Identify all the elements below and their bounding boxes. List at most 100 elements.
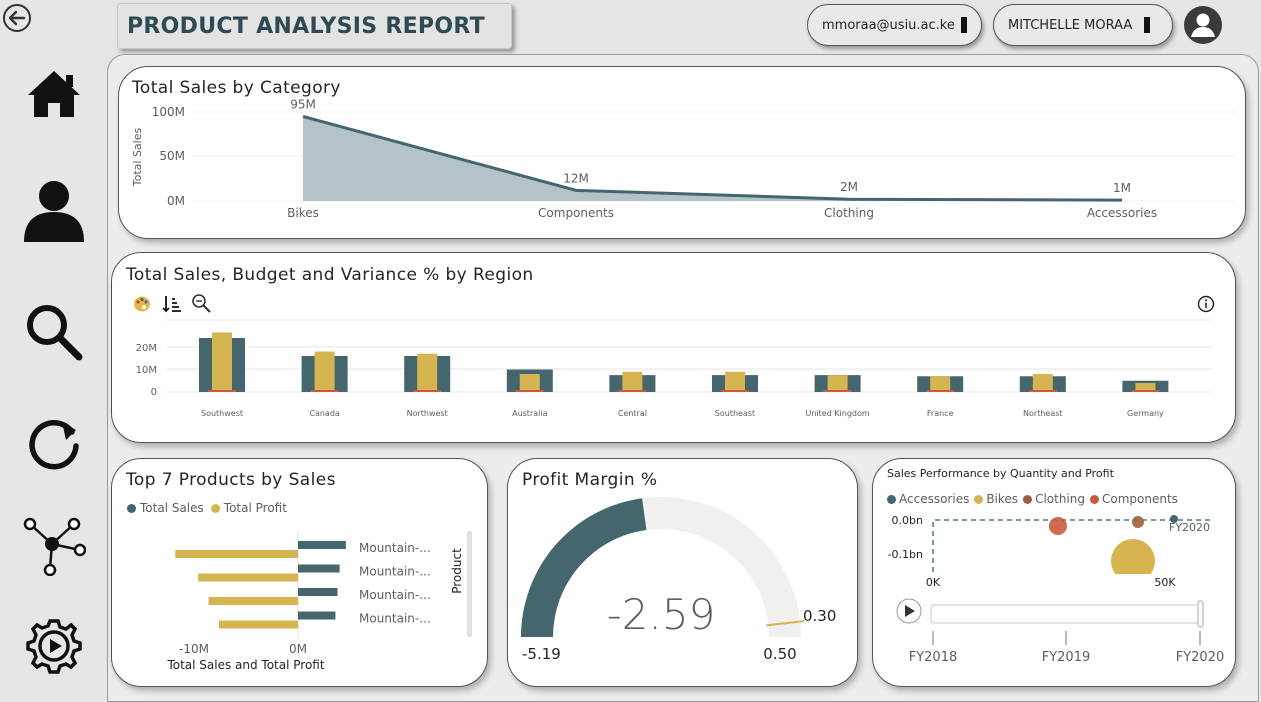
- scatter-point[interactable]: [1132, 516, 1144, 528]
- y-tick-label: Mountain-...: [359, 565, 431, 579]
- y-tick-label: 0.0bn: [892, 514, 923, 527]
- x-tick-label: Germany: [1127, 409, 1164, 418]
- gear-play-icon[interactable]: [20, 612, 88, 680]
- report-title-box: PRODUCT ANALYSIS REPORT: [117, 3, 512, 49]
- y-axis-title: Product: [450, 548, 464, 594]
- variance-marker: [721, 390, 749, 392]
- sales-bar[interactable]: [298, 541, 346, 549]
- x-tick-label: United Kingdom: [805, 409, 869, 418]
- play-axis-label: FY2020: [1176, 650, 1225, 665]
- budget-bar[interactable]: [417, 353, 438, 392]
- home-icon[interactable]: [20, 60, 88, 128]
- budget-bar[interactable]: [622, 371, 643, 392]
- gauge-value: -2.59: [607, 590, 716, 639]
- variance-marker: [823, 390, 852, 392]
- sales-by-category-chart: 100M 50M 0M Total Sales Bikes 95M Componen…: [131, 97, 1234, 220]
- variance-marker: [1028, 390, 1057, 392]
- profit-bar[interactable]: [218, 620, 298, 629]
- x-tick-label: 50K: [1154, 576, 1176, 589]
- gauge-max-label: 0.50: [763, 645, 796, 663]
- x-tick-label: Northwest: [407, 409, 448, 418]
- sidebar: [0, 0, 106, 702]
- top-products-card[interactable]: Top 7 Products by Sales Total Sales Tota…: [111, 458, 488, 687]
- slider-handle[interactable]: [1197, 600, 1204, 628]
- sales-bar[interactable]: [298, 588, 338, 596]
- variance-marker: [208, 390, 236, 392]
- gauge-target-label: 0.30: [803, 607, 836, 625]
- variance-marker: [310, 390, 339, 392]
- region-sales-chart: 20M 10M 0 Southwest Canada Northwest Austra…: [136, 319, 1212, 418]
- y-tick-label: 0M: [167, 194, 185, 208]
- profit-bar[interactable]: [208, 597, 298, 605]
- x-tick-label: Accessories: [1087, 206, 1157, 220]
- x-tick-label: Southeast: [715, 409, 755, 418]
- data-label: 12M: [563, 171, 589, 185]
- y-tick-label: Mountain-...: [359, 612, 431, 626]
- x-tick-label: France: [927, 409, 954, 418]
- text-cursor-icon: [1144, 17, 1151, 33]
- sales-performance-card[interactable]: Sales Performance by Quantity and Profit…: [872, 458, 1236, 687]
- sales-bar[interactable]: [298, 611, 336, 620]
- text-cursor-icon: [960, 17, 967, 33]
- profit-margin-card[interactable]: Profit Margin % -2.59 -5.19 0.50 0.30: [507, 458, 858, 687]
- x-tick-label: Canada: [309, 409, 340, 418]
- user-name-label: MITCHELLE MORAA: [1008, 17, 1133, 33]
- sales-by-category-card[interactable]: Total Sales by Category 100M 50M 0M Tota…: [118, 66, 1246, 239]
- x-axis-title: Total Sales and Total Profit: [166, 658, 324, 672]
- top-products-chart: Mountain-... Mountain-... Mountain-... Moun…: [166, 531, 472, 672]
- x-tick-label: 0K: [926, 576, 941, 589]
- budget-bar[interactable]: [725, 371, 745, 392]
- variance-marker: [515, 390, 544, 392]
- refresh-icon[interactable]: [20, 410, 88, 478]
- network-icon[interactable]: [20, 512, 88, 580]
- data-label: 2M: [840, 180, 858, 194]
- gauge-min-label: -5.19: [522, 645, 561, 663]
- profit-bar[interactable]: [175, 550, 298, 558]
- user-icon[interactable]: [20, 176, 88, 244]
- sales-bar[interactable]: [298, 564, 340, 573]
- variance-marker: [413, 390, 442, 392]
- y-tick-label: Mountain-...: [359, 588, 431, 602]
- scatter-point[interactable]: [1049, 517, 1067, 535]
- play-axis-label: FY2019: [1042, 650, 1091, 665]
- email-button[interactable]: mmoraa@usiu.ac.ke: [807, 4, 982, 46]
- page-title: PRODUCT ANALYSIS REPORT: [127, 13, 485, 39]
- region-sales-card[interactable]: Total Sales, Budget and Variance % by Re…: [111, 252, 1236, 443]
- y-tick-label: 100M: [152, 105, 185, 119]
- budget-bar[interactable]: [314, 351, 335, 393]
- x-tick-label: Bikes: [287, 206, 319, 220]
- budget-bar[interactable]: [930, 376, 951, 392]
- back-arrow-icon[interactable]: [2, 3, 32, 33]
- x-tick-label: -10M: [179, 642, 209, 656]
- budget-bar[interactable]: [519, 374, 540, 392]
- y-tick-label: Mountain-...: [359, 541, 431, 555]
- play-axis-slider[interactable]: [930, 604, 1202, 624]
- x-tick-label: Components: [538, 206, 614, 220]
- budget-bar[interactable]: [827, 375, 848, 392]
- frame-label: FY2020: [1169, 521, 1210, 534]
- play-axis-label: FY2018: [909, 650, 958, 665]
- search-icon[interactable]: [20, 298, 88, 366]
- scatter-point[interactable]: [1111, 539, 1155, 583]
- x-tick-label: Central: [618, 409, 647, 418]
- variance-marker: [926, 390, 955, 392]
- variance-marker: [1131, 390, 1160, 392]
- profit-bar[interactable]: [198, 573, 298, 582]
- budget-bar[interactable]: [212, 332, 232, 392]
- x-tick-label: Northeast: [1023, 409, 1063, 418]
- variance-marker: [618, 390, 647, 392]
- x-tick-label: Clothing: [824, 206, 874, 220]
- email-label: mmoraa@usiu.ac.ke: [822, 17, 955, 33]
- avatar[interactable]: [1184, 6, 1222, 44]
- sales-performance-chart: 0.0bn -0.1bn 0K 50K FY2020 FY2018 FY2019…: [888, 514, 1225, 665]
- y-axis-title: Total Sales: [131, 128, 144, 188]
- scrollbar[interactable]: [467, 531, 472, 637]
- y-tick-label: 50M: [159, 149, 185, 163]
- y-tick-label: 0: [151, 387, 157, 398]
- data-label: 1M: [1113, 181, 1131, 195]
- budget-bar[interactable]: [1032, 374, 1053, 392]
- data-label: 95M: [290, 97, 316, 111]
- profit-margin-gauge: -2.59 -5.19 0.50 0.30: [521, 497, 836, 663]
- user-name-button[interactable]: MITCHELLE MORAA: [993, 4, 1173, 46]
- x-tick-label: 0M: [289, 642, 307, 656]
